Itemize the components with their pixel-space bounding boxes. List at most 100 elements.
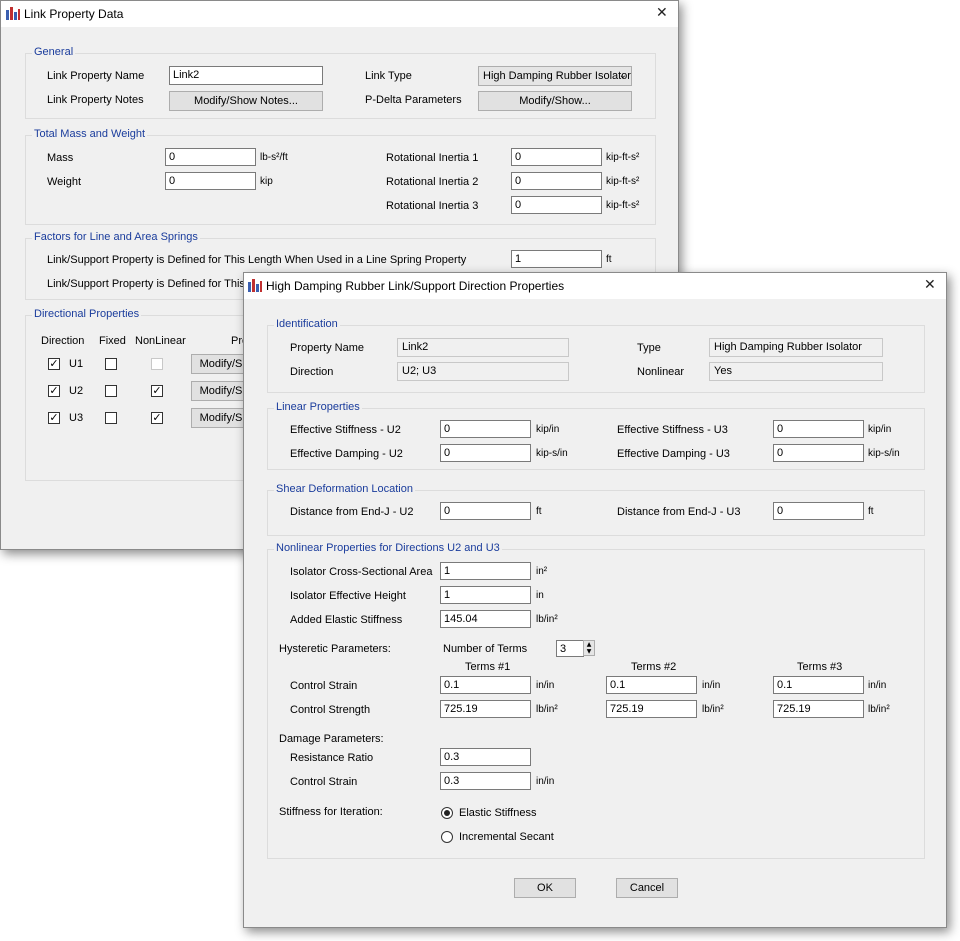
effective-damping-u3-input[interactable]: 0 — [773, 444, 864, 462]
group-legend: Total Mass and Weight — [32, 128, 148, 140]
direction-u2-checkbox[interactable]: ✓ — [48, 385, 60, 397]
mass-unit: lb-s²/ft — [260, 152, 288, 163]
terms-2-header: Terms #2 — [631, 661, 677, 673]
direction-value: U2; U3 — [397, 362, 569, 381]
fixed-u2-checkbox[interactable] — [105, 385, 117, 397]
group-legend: Factors for Line and Area Springs — [32, 231, 200, 243]
direction-u3-label: U3 — [69, 412, 84, 424]
damage-control-strain-input[interactable]: 0.3 — [440, 772, 531, 790]
app-icon — [6, 7, 20, 20]
number-of-terms-input[interactable]: 3 — [556, 640, 584, 657]
control-strain-unit: in/in — [536, 680, 555, 691]
group-legend: Shear Deformation Location — [274, 483, 415, 495]
terms-1-control-strain-input[interactable]: 0.1 — [440, 676, 531, 694]
rotational-inertia-2-input[interactable]: 0 — [511, 172, 602, 190]
isolator-area-input[interactable]: 1 — [440, 562, 531, 580]
distance-end-j-u3-unit: ft — [868, 506, 874, 517]
chevron-down-icon: ⌄ — [618, 70, 627, 81]
distance-end-j-u2-input[interactable]: 0 — [440, 502, 531, 520]
rotational-inertia-unit: kip-ft-s² — [606, 152, 640, 163]
title-bar: High Damping Rubber Link/Support Directi… — [244, 273, 946, 299]
line-spring-unit: ft — [606, 254, 612, 265]
mass-input[interactable]: 0 — [165, 148, 256, 166]
direction-u1-checkbox[interactable]: ✓ — [48, 358, 60, 370]
damage-control-strain-label: Control Strain — [290, 776, 358, 788]
control-strength-unit: lb/in² — [868, 704, 890, 715]
ok-button[interactable]: OK — [514, 878, 576, 898]
weight-unit: kip — [260, 176, 273, 187]
terms-3-control-strain-input[interactable]: 0.1 — [773, 676, 864, 694]
group-legend: Nonlinear Properties for Directions U2 a… — [274, 542, 502, 554]
effective-stiffness-u3-input[interactable]: 0 — [773, 420, 864, 438]
rotational-inertia-3-input[interactable]: 0 — [511, 196, 602, 214]
rotational-inertia-unit: kip-ft-s² — [606, 176, 640, 187]
terms-2-control-strength-input[interactable]: 725.19 — [606, 700, 697, 718]
link-property-notes-label: Link Property Notes — [47, 94, 144, 106]
distance-end-j-u3-input[interactable]: 0 — [773, 502, 864, 520]
direction-u3-checkbox[interactable]: ✓ — [48, 412, 60, 424]
elastic-stiffness-label[interactable]: Elastic Stiffness — [459, 807, 536, 819]
effective-stiffness-u2-unit: kip/in — [536, 424, 560, 435]
modify-show-notes-button[interactable]: Modify/Show Notes... — [169, 91, 323, 111]
title-bar: Link Property Data ✕ — [1, 1, 678, 27]
p-delta-label: P-Delta Parameters — [365, 94, 462, 106]
terms-1-header: Terms #1 — [465, 661, 511, 673]
nonlinear-u2-checkbox[interactable]: ✓ — [151, 385, 163, 397]
spin-up-icon[interactable]: ▲ — [584, 641, 594, 648]
window-title: High Damping Rubber Link/Support Directi… — [266, 279, 565, 293]
isolator-height-unit: in — [536, 590, 544, 601]
distance-end-j-u3-label: Distance from End-J - U3 — [617, 506, 741, 518]
spin-down-icon[interactable]: ▼ — [584, 648, 594, 655]
rotational-inertia-1-input[interactable]: 0 — [511, 148, 602, 166]
line-spring-length-label: Link/Support Property is Defined for Thi… — [47, 254, 467, 266]
elastic-stiffness-radio[interactable] — [441, 807, 453, 819]
modify-u2-button[interactable]: Modify/S — [191, 381, 251, 401]
direction-label: Direction — [290, 366, 334, 378]
rotational-inertia-3-label: Rotational Inertia 3 — [386, 200, 479, 212]
isolator-area-unit: in² — [536, 566, 548, 577]
weight-label: Weight — [47, 176, 82, 188]
fixed-u3-checkbox[interactable] — [105, 412, 117, 424]
cancel-button[interactable]: Cancel — [616, 878, 678, 898]
property-name-value: Link2 — [397, 338, 569, 357]
weight-input[interactable]: 0 — [165, 172, 256, 190]
rotational-inertia-1-label: Rotational Inertia 1 — [386, 152, 479, 164]
control-strain-unit: in/in — [702, 680, 721, 691]
close-icon[interactable]: ✕ — [656, 5, 668, 21]
damage-control-strain-unit: in/in — [536, 776, 555, 787]
resistance-ratio-input[interactable]: 0.3 — [440, 748, 531, 766]
fixed-u1-checkbox[interactable] — [105, 358, 117, 370]
link-type-label: Link Type — [365, 70, 412, 82]
distance-end-j-u2-label: Distance from End-J - U2 — [290, 506, 414, 518]
distance-end-j-u2-unit: ft — [536, 506, 542, 517]
incremental-secant-label[interactable]: Incremental Secant — [459, 831, 554, 843]
group-legend: Linear Properties — [274, 401, 362, 413]
link-property-name-input[interactable]: Link2 — [169, 66, 323, 85]
col-nonlinear: NonLinear — [135, 335, 186, 347]
modify-u1-button[interactable]: Modify/S — [191, 354, 251, 374]
control-strain-label: Control Strain — [290, 680, 358, 692]
effective-damping-u2-input[interactable]: 0 — [440, 444, 531, 462]
terms-3-control-strength-input[interactable]: 725.19 — [773, 700, 864, 718]
effective-stiffness-u3-unit: kip/in — [868, 424, 892, 435]
added-elastic-stiffness-input[interactable]: 145.04 — [440, 610, 531, 628]
close-icon[interactable]: ✕ — [924, 277, 936, 293]
incremental-secant-radio[interactable] — [441, 831, 453, 843]
link-type-select[interactable]: High Damping Rubber Isolator ⌄ — [478, 66, 632, 86]
terms-1-control-strength-input[interactable]: 725.19 — [440, 700, 531, 718]
line-spring-length-input[interactable]: 1 — [511, 250, 602, 268]
terms-2-control-strain-input[interactable]: 0.1 — [606, 676, 697, 694]
effective-stiffness-u2-input[interactable]: 0 — [440, 420, 531, 438]
type-label: Type — [637, 342, 661, 354]
effective-damping-u3-label: Effective Damping - U3 — [617, 448, 730, 460]
added-elastic-stiffness-label: Added Elastic Stiffness — [290, 614, 403, 626]
modify-u3-button[interactable]: Modify/S — [191, 408, 251, 428]
rotational-inertia-2-label: Rotational Inertia 2 — [386, 176, 479, 188]
control-strain-unit: in/in — [868, 680, 887, 691]
isolator-height-input[interactable]: 1 — [440, 586, 531, 604]
stiffness-iteration-label: Stiffness for Iteration: — [279, 806, 383, 818]
nonlinear-u3-checkbox[interactable]: ✓ — [151, 412, 163, 424]
p-delta-modify-button[interactable]: Modify/Show... — [478, 91, 632, 111]
number-of-terms-spinner[interactable]: ▲ ▼ — [583, 640, 595, 656]
terms-3-header: Terms #3 — [797, 661, 843, 673]
